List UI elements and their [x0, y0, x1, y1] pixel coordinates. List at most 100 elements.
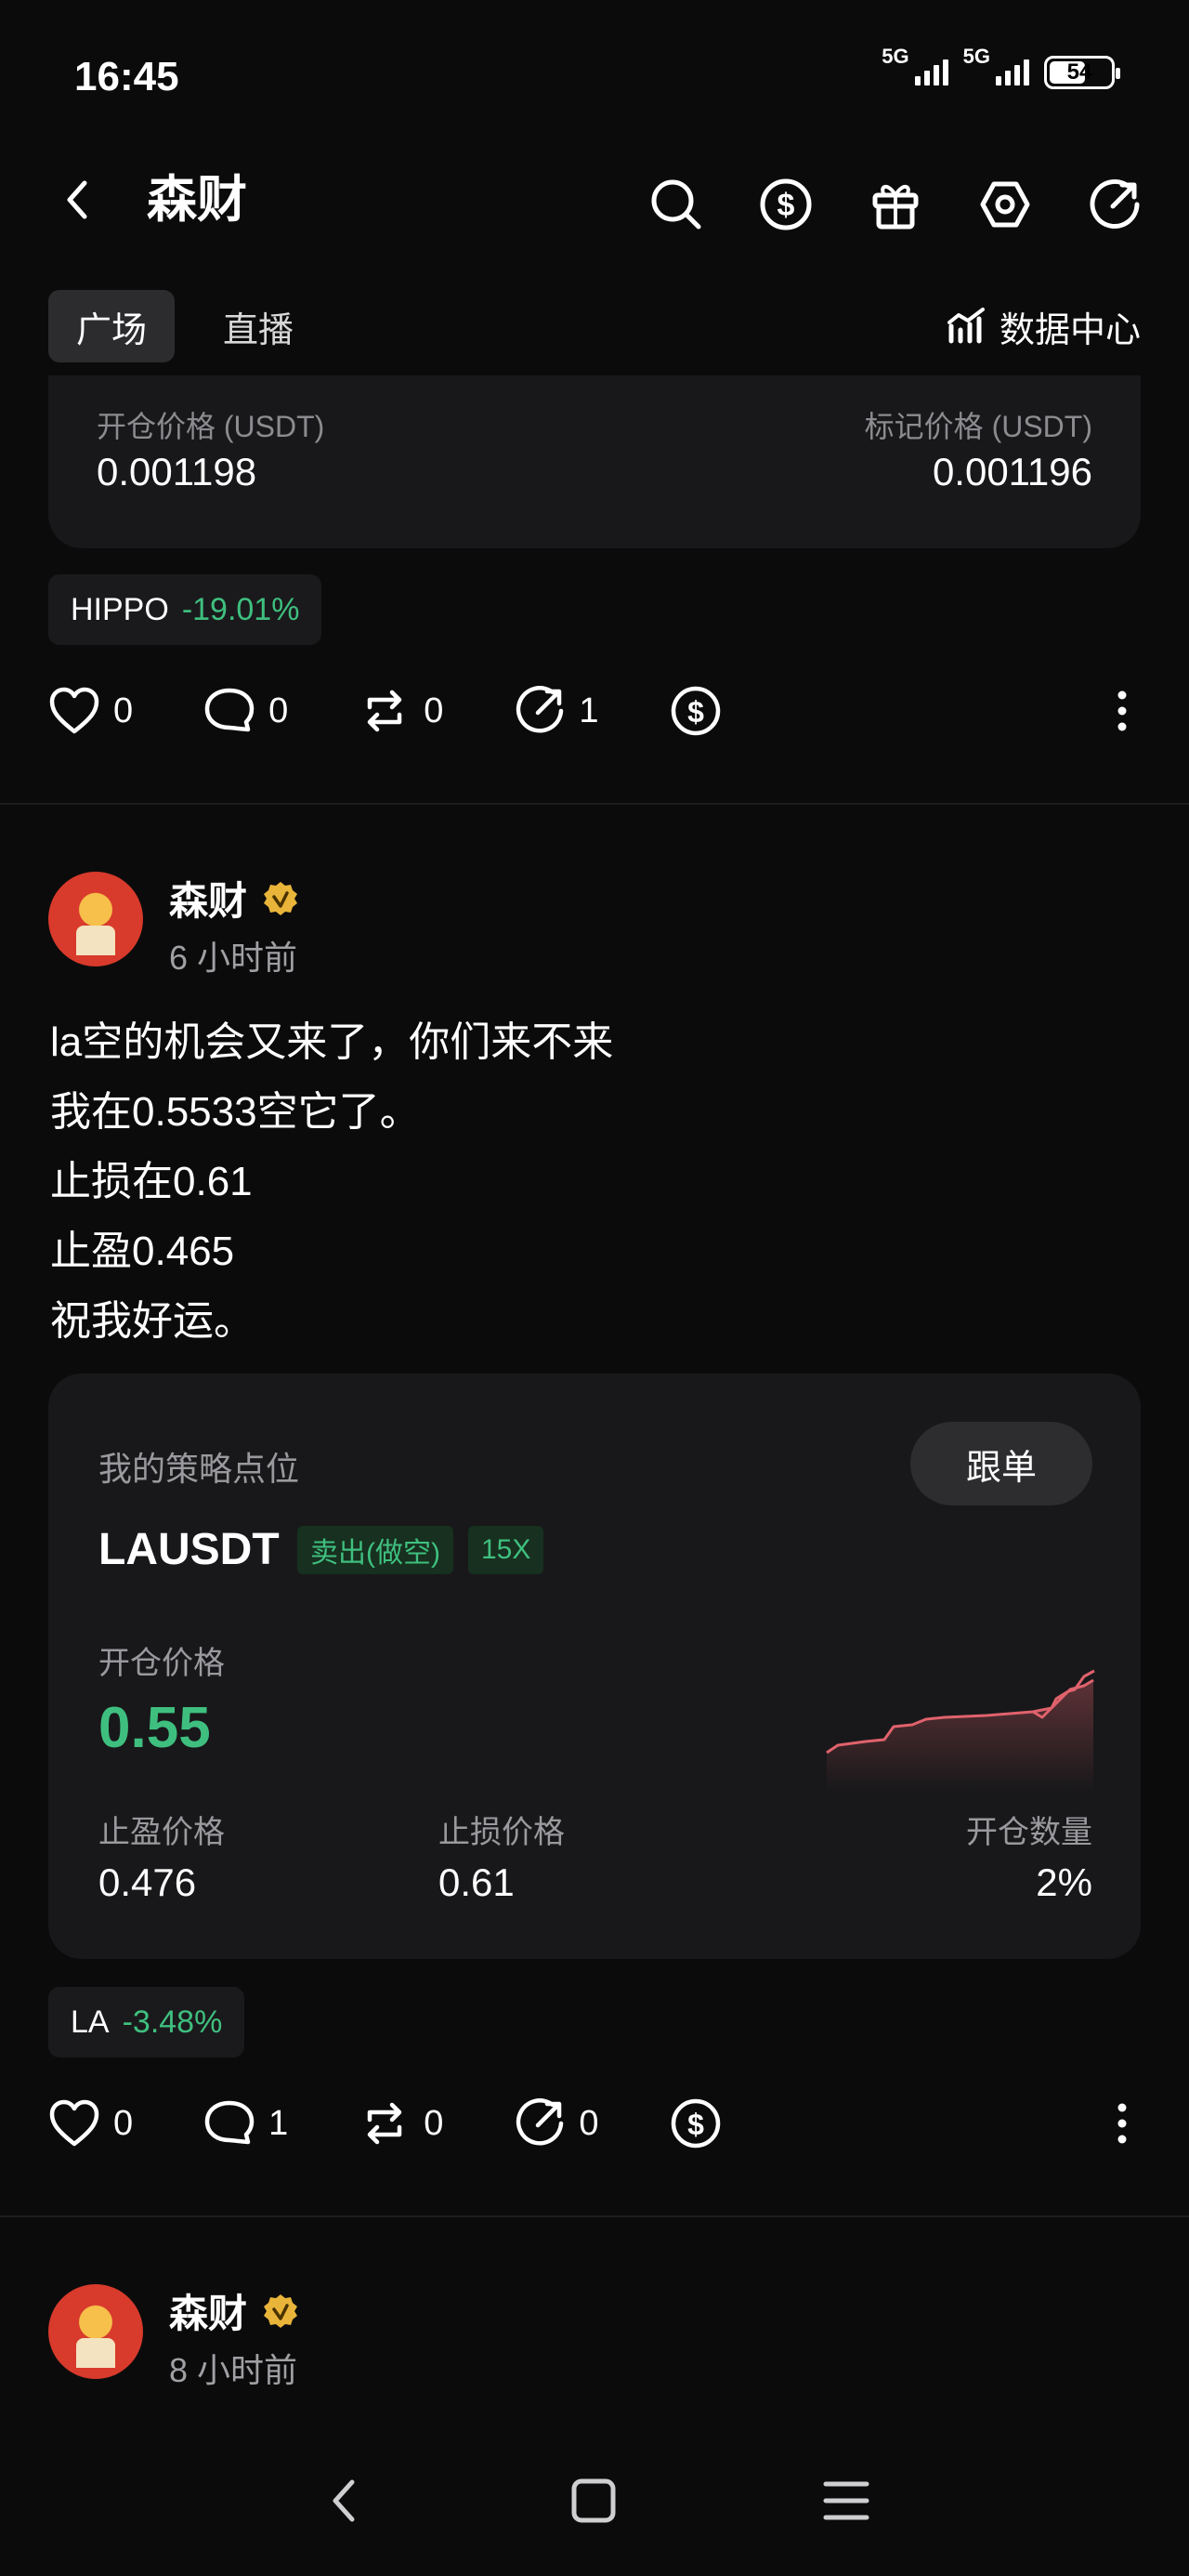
comment-button[interactable]: 1: [203, 2099, 288, 2148]
coin-tag[interactable]: HIPPO -19.01%: [48, 574, 322, 645]
avatar[interactable]: [48, 872, 143, 966]
gift-button[interactable]: [858, 167, 933, 242]
svg-text:$: $: [777, 188, 795, 223]
author-name[interactable]: 森财: [169, 870, 299, 927]
menu-icon: [823, 2481, 869, 2520]
share-button[interactable]: [1078, 167, 1152, 242]
post-time: 8 小时前: [169, 2351, 298, 2389]
back-icon: [333, 2479, 355, 2522]
verified-badge-icon: [264, 881, 298, 915]
coin-tag-change: -19.01%: [181, 591, 300, 627]
more-vertical-icon: [1117, 690, 1127, 731]
share-count: 1: [579, 690, 599, 730]
strategy-card[interactable]: 我的策略点位 跟单 LAUSDT 卖出(做空) 15X 开仓价格 0.55 止盈…: [48, 1373, 1141, 1959]
post-time: 6 小时前: [169, 939, 298, 977]
coin-tag-name: LA: [71, 2004, 110, 2040]
repost-button[interactable]: 0: [359, 687, 443, 735]
like-count: 0: [113, 690, 134, 730]
avatar[interactable]: [48, 2284, 143, 2379]
strategy-title: 我的策略点位: [98, 1450, 300, 1488]
repost-icon: [368, 2102, 402, 2145]
repost-count: 0: [424, 2103, 444, 2143]
share-icon: [516, 686, 564, 733]
network-type-label: 5G: [962, 45, 990, 68]
page-title: 森财: [147, 172, 247, 228]
leverage-badge: 15X: [468, 1526, 544, 1574]
back-button[interactable]: [45, 167, 110, 232]
mark-price-value: 0.001196: [932, 450, 1092, 493]
share-count: 0: [579, 2103, 599, 2143]
svg-text:$: $: [687, 2108, 704, 2141]
post-line: 止盈0.465: [50, 1229, 235, 1274]
open-price-label: 开仓价格: [98, 1646, 225, 1681]
share-button[interactable]: 1: [514, 685, 599, 737]
home-square-icon: [571, 2478, 616, 2523]
tip-button[interactable]: $: [670, 685, 722, 737]
comment-count: 1: [268, 2103, 289, 2143]
dollar-coin-icon: $: [671, 686, 720, 736]
mark-price-label: 标记价格 (USDT): [864, 410, 1092, 443]
open-price-value: 0.55: [98, 1696, 211, 1760]
post-line: 我在0.5533空它了。: [50, 1089, 421, 1135]
nav-menu-button[interactable]: [804, 2459, 888, 2543]
coin-tag-name: HIPPO: [71, 591, 169, 627]
heart-icon: [49, 2099, 99, 2147]
more-options-button[interactable]: [1104, 2091, 1141, 2156]
tab-square[interactable]: 广场: [48, 290, 176, 362]
take-profit-label: 止盈价格: [98, 1815, 225, 1850]
price-sparkline: [826, 1669, 1095, 1792]
search-button[interactable]: [639, 167, 713, 242]
settings-button[interactable]: [968, 167, 1042, 242]
author-name-text: 森财: [169, 2292, 248, 2335]
author-name[interactable]: 森财: [169, 2282, 299, 2339]
open-price-label: 开仓价格 (USDT): [97, 410, 325, 443]
trade-side-badge: 卖出(做空): [297, 1526, 453, 1574]
post-actions: 0 0 0 1 $: [48, 678, 1141, 743]
author-name-text: 森财: [169, 879, 248, 923]
position-size-label: 开仓数量: [966, 1815, 1092, 1850]
search-icon: [651, 179, 701, 230]
feed-tabs: 广场 直播 数据中心: [48, 290, 1141, 364]
share-button[interactable]: 0: [514, 2097, 599, 2149]
comment-icon: [204, 2100, 255, 2145]
tip-button[interactable]: $: [670, 2097, 722, 2149]
dollar-coin-icon: $: [760, 178, 812, 230]
trade-symbol: LAUSDT: [98, 1525, 280, 1574]
svg-text:$: $: [687, 695, 704, 729]
nav-back-button[interactable]: [301, 2459, 385, 2543]
status-indicators: 5G 5G 54: [882, 45, 1120, 89]
post-body[interactable]: la空的机会又来了，你们来不来 我在0.5533空它了。 止损在0.61 止盈0…: [50, 1007, 1137, 1356]
like-button[interactable]: 0: [48, 2099, 133, 2148]
repost-icon: [368, 690, 402, 732]
stop-loss-value: 0.61: [438, 1860, 515, 1904]
battery-level: 54: [1066, 59, 1092, 85]
post-divider: [0, 803, 1189, 805]
post-line: la空的机会又来了，你们来不来: [50, 1019, 614, 1065]
like-button[interactable]: 0: [48, 687, 133, 735]
coin-tag-change: -3.48%: [122, 2004, 223, 2040]
coin-tag[interactable]: LA -3.48%: [48, 1987, 245, 2057]
like-count: 0: [113, 2103, 134, 2143]
signal-icon: 5G: [882, 45, 948, 85]
take-profit-value: 0.476: [98, 1860, 197, 1904]
copy-trade-button[interactable]: 跟单: [910, 1422, 1092, 1505]
status-time: 16:45: [74, 54, 179, 99]
more-options-button[interactable]: [1104, 678, 1141, 743]
post-line: 祝我好运。: [50, 1298, 255, 1344]
data-center-link[interactable]: 数据中心: [946, 290, 1141, 362]
nav-home-button[interactable]: [552, 2459, 635, 2543]
comment-button[interactable]: 0: [203, 687, 288, 735]
verified-badge-icon: [264, 2293, 298, 2328]
settings-hexagon-icon: [980, 181, 1030, 228]
post-divider: [0, 2215, 1189, 2217]
tip-button[interactable]: $: [749, 167, 823, 242]
back-icon: [67, 180, 87, 219]
app-header: 森财 $: [0, 149, 1189, 260]
repost-button[interactable]: 0: [359, 2099, 443, 2148]
tab-live[interactable]: 直播: [195, 290, 321, 362]
heart-icon: [49, 687, 99, 734]
chart-icon: [947, 308, 985, 344]
position-card[interactable]: 开仓价格 (USDT) 0.001198 标记价格 (USDT) 0.00119…: [48, 375, 1141, 548]
comment-icon: [204, 688, 255, 732]
more-vertical-icon: [1117, 2103, 1127, 2144]
